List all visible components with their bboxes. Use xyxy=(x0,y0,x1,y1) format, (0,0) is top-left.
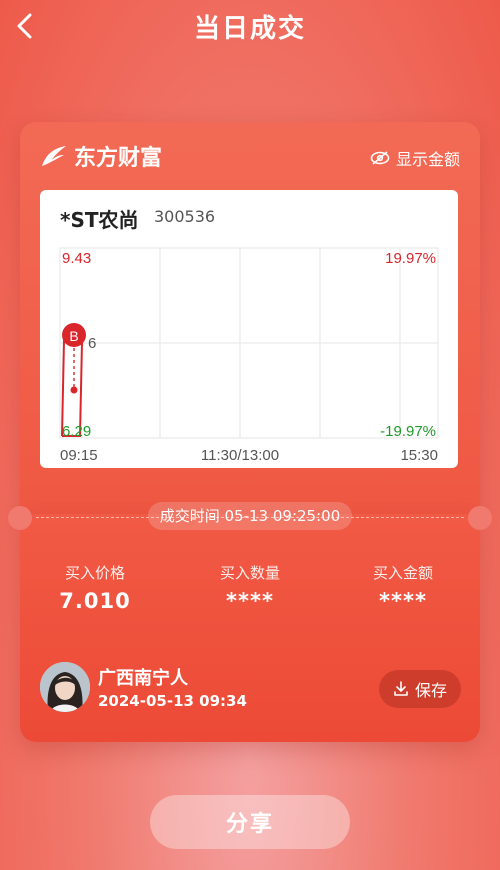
brand-logo: 东方财富 xyxy=(40,140,162,172)
stat-label: 买入金额 xyxy=(372,564,433,582)
y-top-pct: 19.97% xyxy=(385,250,436,267)
user-timestamp: 2024-05-13 09:34 xyxy=(98,692,247,710)
download-icon xyxy=(394,681,408,696)
intraday-chart: B 9.43 6 6.29 19.97% -19.97% 09:15 11:30… xyxy=(59,247,439,464)
x-mid-label: 11:30/13:00 xyxy=(201,447,279,464)
y-top-price: 9.43 xyxy=(62,250,91,267)
avatar[interactable] xyxy=(40,662,90,712)
save-button[interactable]: 保存 xyxy=(379,670,461,708)
card-top: 东方财富 显示金额 *ST农尚 300536 B 9.43 6 6.29 19.… xyxy=(20,122,480,514)
top-bar: 当日成交 xyxy=(0,0,500,56)
save-label: 保存 xyxy=(414,681,447,700)
y-bottom-price: 6.29 xyxy=(62,423,91,440)
stat-value: **** xyxy=(379,589,427,613)
share-button[interactable]: 分享 xyxy=(150,795,350,849)
show-amount-toggle[interactable]: 显示金额 xyxy=(370,146,460,170)
brand-name: 东方财富 xyxy=(74,146,163,171)
stat-value: **** xyxy=(226,589,274,613)
intraday-chart-panel: *ST农尚 300536 B 9.43 6 6.29 19.97% -19.97… xyxy=(40,190,458,468)
y-bottom-pct: -19.97% xyxy=(380,423,436,440)
x-end-label: 15:30 xyxy=(400,447,438,464)
buy-marker-label: B xyxy=(69,328,78,344)
stat-label: 买入数量 xyxy=(219,564,280,582)
trade-card: 东方财富 显示金额 *ST农尚 300536 B 9.43 6 6.29 19.… xyxy=(8,122,492,742)
buy-point xyxy=(70,386,78,394)
eastmoney-logo-icon xyxy=(42,146,66,166)
stat-buy-amount: 买入金额 **** xyxy=(328,562,478,613)
stat-label: 买入价格 xyxy=(64,564,125,582)
ticket-notch-left xyxy=(8,506,32,530)
user-avatar-icon xyxy=(40,662,90,712)
show-amount-label: 显示金额 xyxy=(395,150,460,169)
stat-value: 7.010 xyxy=(59,589,131,613)
x-start-label: 09:15 xyxy=(60,447,98,464)
y-mid-price: 6 xyxy=(88,335,96,352)
chart-grid xyxy=(59,247,439,439)
ticket-notch-right xyxy=(468,506,492,530)
page-title: 当日成交 xyxy=(193,14,306,44)
stat-buy-price: 买入价格 7.010 xyxy=(20,562,170,613)
price-line xyxy=(61,334,84,437)
eye-hidden-icon xyxy=(370,151,390,165)
trade-time-pill: 成交时间 05-13 09:25:00 xyxy=(148,502,352,530)
user-name: 广西南宁人 xyxy=(98,668,188,689)
stat-buy-quantity: 买入数量 **** xyxy=(175,562,325,613)
